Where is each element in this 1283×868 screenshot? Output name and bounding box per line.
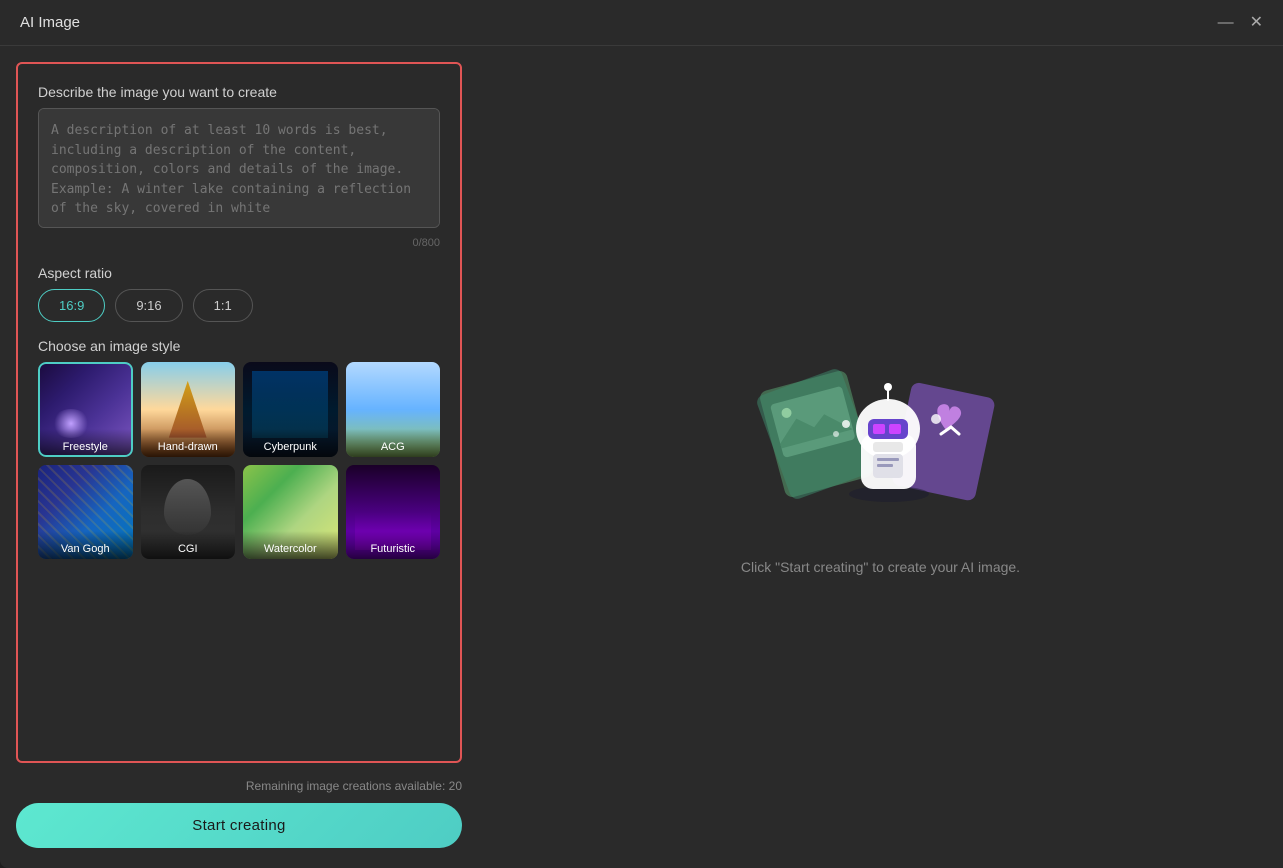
window-controls: — ✕ [1218, 15, 1263, 31]
style-futuristic[interactable]: Futuristic [346, 465, 441, 560]
style-label-vangogh: Van Gogh [38, 531, 133, 559]
style-grid: Freestyle Hand-drawn Cyberpunk ACG [38, 362, 440, 559]
start-creating-button[interactable]: Start creating [16, 803, 462, 848]
minimize-button[interactable]: — [1218, 15, 1234, 31]
describe-section: Describe the image you want to create 0/… [38, 84, 440, 249]
style-section: Choose an image style Freestyle Hand-dra… [38, 338, 440, 559]
robot-illustration [741, 339, 1021, 539]
style-watercolor[interactable]: Watercolor [243, 465, 338, 560]
style-label-watercolor: Watercolor [243, 531, 338, 559]
aspect-label: Aspect ratio [38, 265, 440, 281]
style-label-handdrawn: Hand-drawn [141, 429, 236, 457]
style-label-cyberpunk: Cyberpunk [243, 429, 338, 457]
style-label-freestyle: Freestyle [38, 429, 133, 457]
main-content: Describe the image you want to create 0/… [0, 46, 1283, 868]
char-count: 0/800 [38, 237, 440, 249]
aspect-1-1[interactable]: 1:1 [193, 289, 253, 322]
description-input[interactable] [38, 108, 440, 228]
aspect-buttons: 16:9 9:16 1:1 [38, 289, 440, 322]
titlebar: AI Image — ✕ [0, 0, 1283, 46]
describe-label: Describe the image you want to create [38, 84, 440, 100]
left-wrapper: Describe the image you want to create 0/… [0, 46, 478, 868]
style-label-cgi: CGI [141, 531, 236, 559]
window-title: AI Image [20, 14, 80, 31]
aspect-16-9[interactable]: 16:9 [38, 289, 105, 322]
preview-hint: Click "Start creating" to create your AI… [741, 559, 1020, 575]
right-panel: Click "Start creating" to create your AI… [478, 46, 1283, 868]
style-handdrawn[interactable]: Hand-drawn [141, 362, 236, 457]
aspect-section: Aspect ratio 16:9 9:16 1:1 [38, 265, 440, 322]
aspect-9-16[interactable]: 9:16 [115, 289, 182, 322]
style-cgi[interactable]: CGI [141, 465, 236, 560]
left-bottom: Remaining image creations available: 20 … [0, 779, 478, 868]
style-cyberpunk[interactable]: Cyberpunk [243, 362, 338, 457]
style-label-futuristic: Futuristic [346, 531, 441, 559]
settings-panel: Describe the image you want to create 0/… [16, 62, 462, 763]
close-button[interactable]: ✕ [1250, 15, 1263, 31]
style-acg[interactable]: ACG [346, 362, 441, 457]
app-window: AI Image — ✕ Describe the image you want… [0, 0, 1283, 868]
remaining-text: Remaining image creations available: 20 [16, 779, 462, 793]
style-label: Choose an image style [38, 338, 440, 354]
style-freestyle[interactable]: Freestyle [38, 362, 133, 457]
style-vangogh[interactable]: Van Gogh [38, 465, 133, 560]
style-label-acg: ACG [346, 429, 441, 457]
